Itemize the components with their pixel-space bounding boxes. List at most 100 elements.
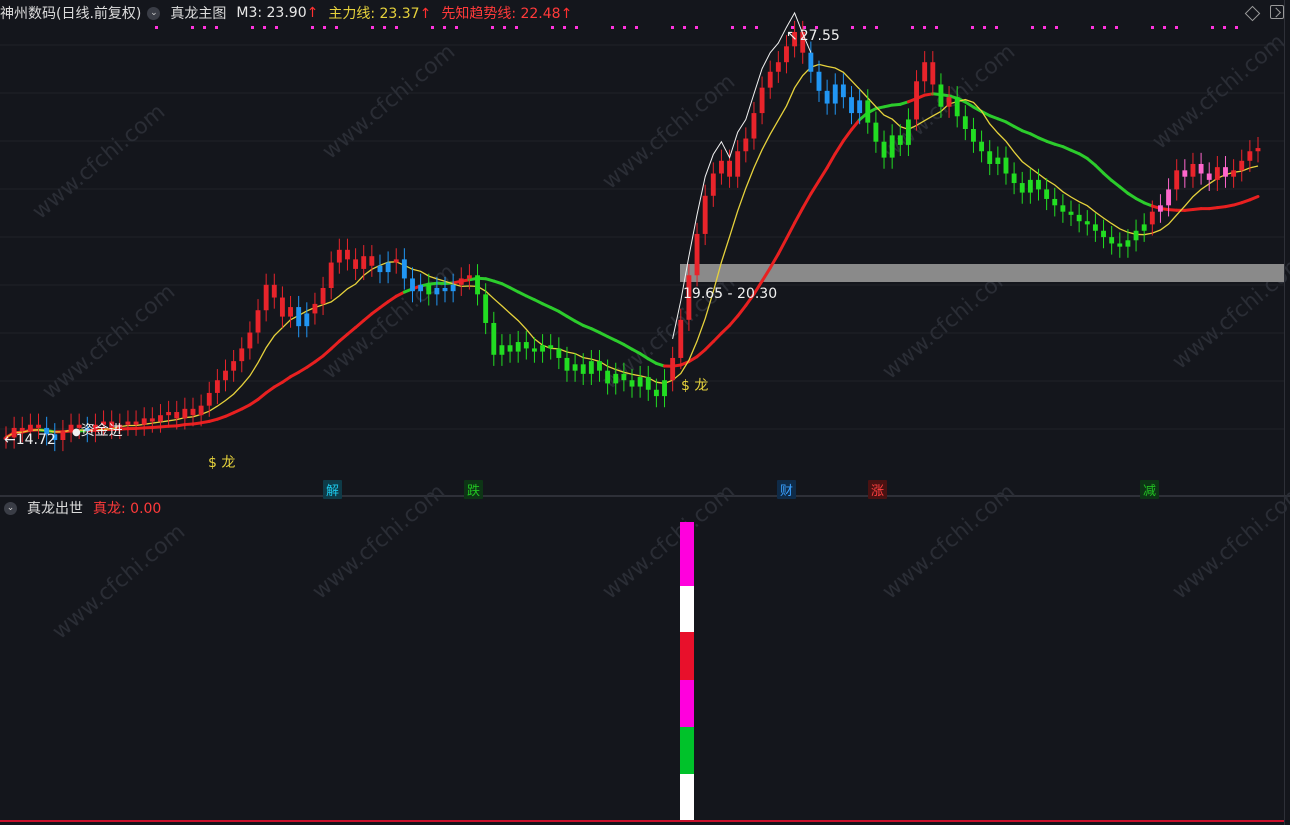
candle-body <box>320 287 326 304</box>
candle-body <box>637 377 643 387</box>
candle-body <box>775 62 781 72</box>
signal-dot <box>503 26 506 29</box>
signal-dot <box>863 26 866 29</box>
candle-body <box>767 71 773 88</box>
candle-body <box>182 408 188 419</box>
candle-body <box>629 380 635 387</box>
trend-line-segment <box>809 179 821 196</box>
candle-body <box>198 405 204 416</box>
candle-body <box>1011 173 1017 184</box>
dragon-signal-bar <box>680 680 694 727</box>
candle-body <box>1214 167 1220 180</box>
watermark-text: www.cfchi.com <box>318 259 460 384</box>
trend-line-segment <box>801 192 813 210</box>
dragon-signal-bar <box>680 727 694 774</box>
signal-dot <box>1235 26 1238 29</box>
signal-dot <box>335 26 338 29</box>
dragon-signal-bar <box>680 774 694 822</box>
trend-line-segment <box>728 314 740 327</box>
signal-dot <box>1175 26 1178 29</box>
watermark-text: www.cfchi.com <box>878 479 1020 604</box>
candle-body <box>653 389 659 397</box>
candle-body <box>393 259 399 263</box>
candle-body <box>1076 214 1082 222</box>
signal-dot <box>935 26 938 29</box>
candle-body <box>1198 163 1204 174</box>
candle-body <box>938 84 944 107</box>
trend-line-segment <box>703 340 715 352</box>
signal-dot <box>395 26 398 29</box>
signal-dot <box>383 26 386 29</box>
candle-body <box>1141 224 1147 231</box>
trend-line-segment <box>1102 171 1114 182</box>
candle-body <box>1068 211 1074 215</box>
candle-body <box>597 361 602 371</box>
candle-body <box>141 418 147 425</box>
trend-line-segment <box>1110 178 1122 189</box>
watermark-text: www.cfchi.com <box>38 279 180 404</box>
trend-line-segment <box>719 323 732 335</box>
signal-dot <box>215 26 218 29</box>
candle-body <box>987 151 993 164</box>
candle-body <box>735 151 741 177</box>
trend-line-segment <box>850 118 862 132</box>
signal-dot <box>155 26 158 29</box>
candle-body <box>930 62 936 85</box>
trend-line-segment <box>695 348 707 359</box>
candle-body <box>1003 157 1009 174</box>
candle-body <box>345 249 350 260</box>
fund-in-label: ●资金进 <box>72 423 123 439</box>
candle-body <box>296 307 302 327</box>
candle-body <box>832 84 838 104</box>
candle-body <box>434 287 440 295</box>
candle-body <box>572 364 578 371</box>
candle-body <box>556 348 562 358</box>
candle-body <box>214 380 220 393</box>
signal-zhang: 涨 <box>868 480 888 499</box>
signal-dot <box>1091 26 1094 29</box>
candle-body <box>166 412 172 416</box>
candle-body <box>385 262 391 273</box>
candle-body <box>849 97 854 114</box>
candle-body <box>1036 179 1041 190</box>
candle-body <box>1182 170 1188 177</box>
candle-body <box>60 431 66 440</box>
trend-line-segment <box>256 391 268 401</box>
candle-body <box>532 348 537 352</box>
signal-dot <box>995 26 998 29</box>
trend-line-segment <box>370 306 382 316</box>
dragon-marker-2: $ 龙 <box>681 378 709 394</box>
signal-dot <box>551 26 554 29</box>
candle-body <box>312 303 318 314</box>
signal-dot <box>491 26 494 29</box>
candle-body <box>377 265 383 273</box>
signal-dot <box>731 26 734 29</box>
candle-body <box>125 421 131 425</box>
signal-dot <box>203 26 206 29</box>
trend-line-segment <box>1093 163 1106 175</box>
signal-dot <box>275 26 278 29</box>
candle-body <box>336 249 342 263</box>
candle-body <box>263 284 269 311</box>
candle-body <box>223 370 228 381</box>
trend-line-segment <box>784 221 797 241</box>
candle-body <box>27 424 33 432</box>
candle-body <box>897 135 903 145</box>
trend-line-segment <box>1248 194 1260 202</box>
candlestick-chart[interactable]: www.cfchi.com www.cfchi.com www.cfchi.com w… <box>0 0 1290 825</box>
candle-body <box>824 90 830 104</box>
signal-dot <box>623 26 626 29</box>
trend-line-segment <box>776 237 788 256</box>
trend-line-segment <box>825 152 837 170</box>
dragon-signal-bar <box>680 522 694 586</box>
candle-body <box>361 256 367 269</box>
candle-body <box>670 357 676 381</box>
candle-body <box>499 345 505 355</box>
candle-body <box>873 122 879 142</box>
signal-dot <box>431 26 434 29</box>
signal-dot <box>755 26 758 29</box>
candle-body <box>905 119 911 145</box>
candle-body <box>1174 170 1180 190</box>
signal-dot <box>1223 26 1226 29</box>
candle-body <box>149 418 155 422</box>
